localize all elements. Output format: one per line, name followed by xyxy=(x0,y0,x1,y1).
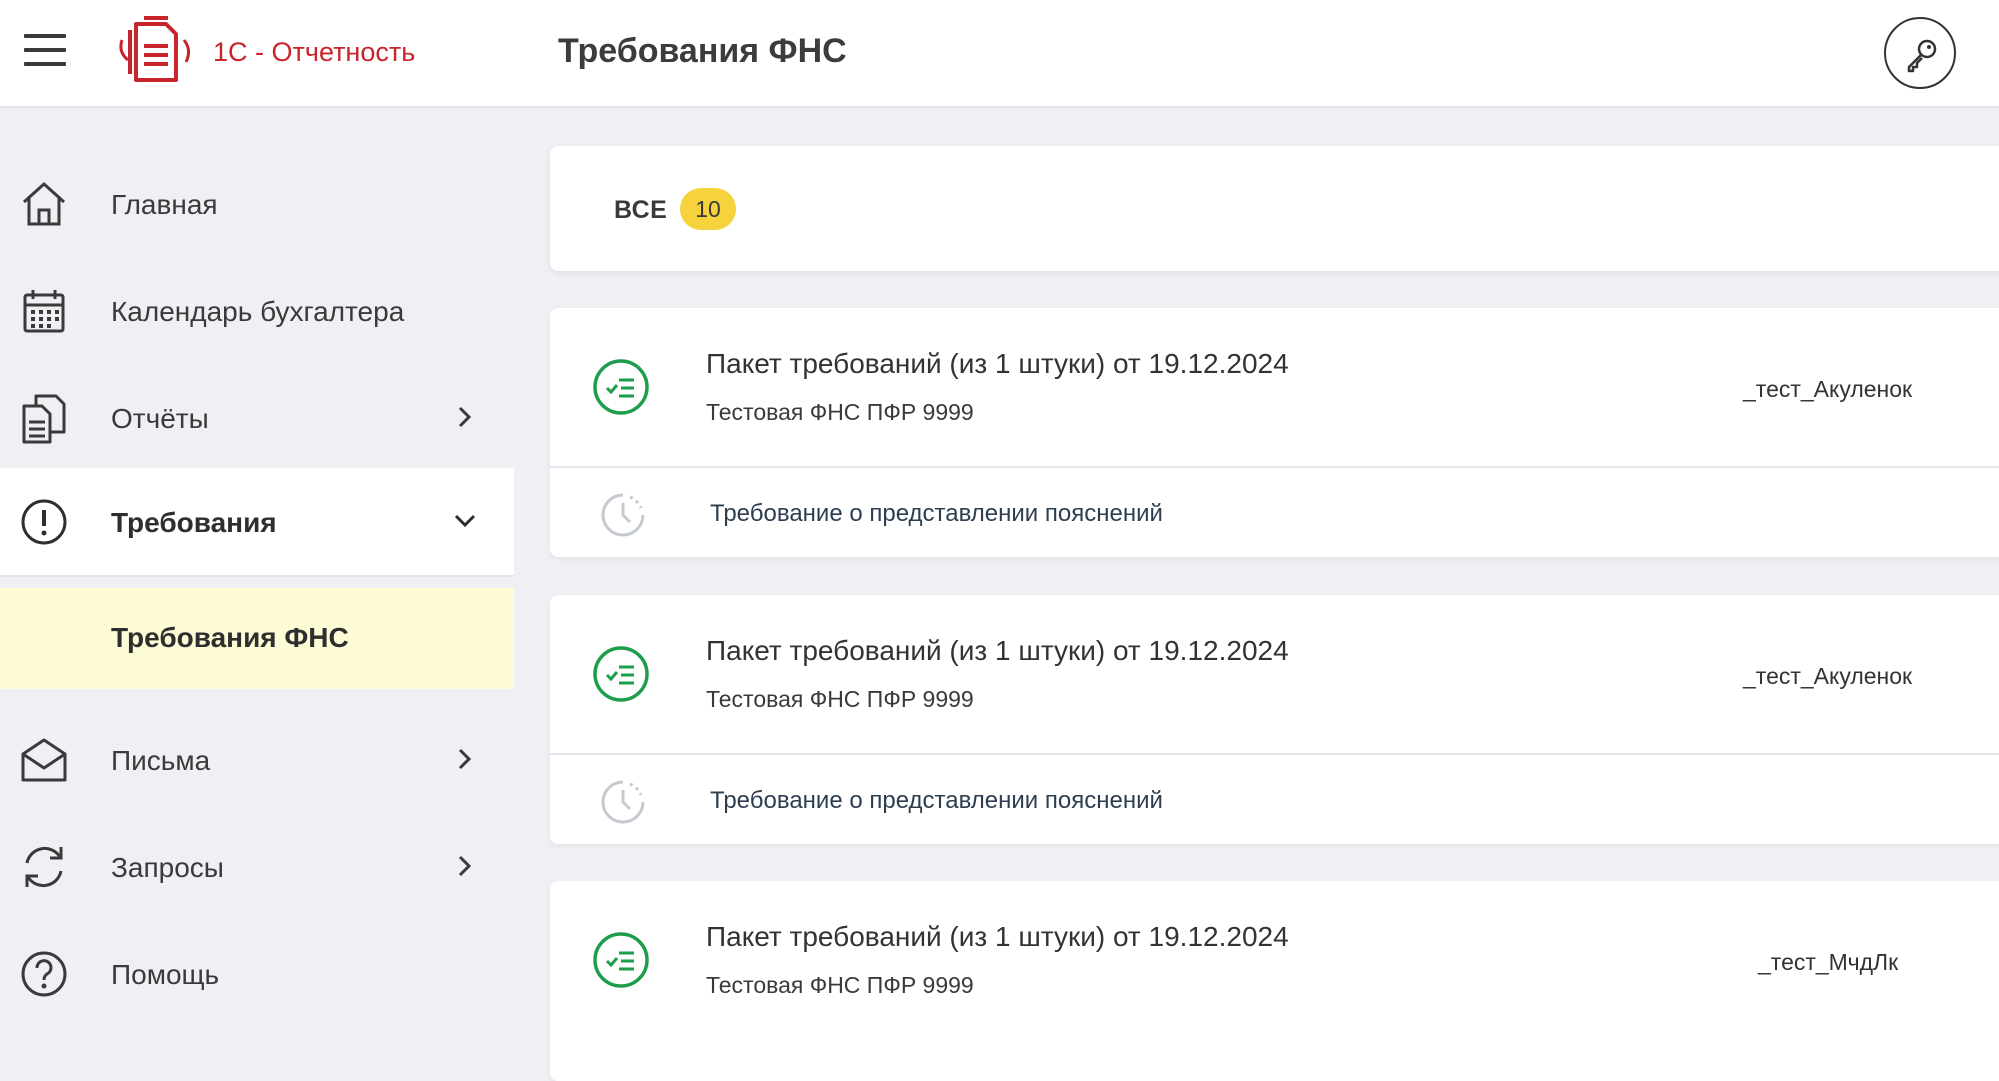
sidebar-item-label: Отчёты xyxy=(111,403,209,434)
chevron-down-icon xyxy=(454,514,476,528)
count-badge: 10 xyxy=(680,188,736,230)
requirement-item-row[interactable]: Требование о представлении пояснений xyxy=(550,755,1999,844)
sidebar-item-requests[interactable]: Запросы xyxy=(0,813,514,920)
sidebar: Главная Календарь бухгалтера Отчёты Треб… xyxy=(0,110,514,1034)
chevron-right-icon xyxy=(458,855,472,877)
requirement-authority: Тестовая ФНС ПФР 9999 xyxy=(706,686,974,712)
requirement-user: _тест_Акуленок xyxy=(1743,376,1913,402)
checklist-done-icon xyxy=(593,932,649,988)
sidebar-item-help[interactable]: Помощь xyxy=(0,920,514,1027)
refresh-icon xyxy=(25,847,63,887)
app-header: 1С - Отчетность Требования ФНС xyxy=(0,0,1999,108)
sidebar-item-label: Главная xyxy=(111,189,218,220)
sidebar-item-letters[interactable]: Письма xyxy=(0,706,514,813)
requirement-user: _тест_МчдЛк xyxy=(1758,949,1899,975)
calendar-icon xyxy=(23,290,65,333)
divider xyxy=(0,575,514,577)
tab-all-label: ВСЕ xyxy=(614,196,668,224)
requirement-package-row[interactable]: Пакет требований (из 1 штуки) от 19.12.2… xyxy=(550,308,1999,466)
envelope-icon xyxy=(21,738,67,782)
page-title: Требования ФНС xyxy=(558,32,847,70)
chevron-right-icon xyxy=(458,406,472,428)
sidebar-subitem-fns-requirements[interactable]: Требования ФНС xyxy=(0,588,514,689)
requirement-item-text: Требование о представлении пояснений xyxy=(710,500,1163,527)
filter-bar: ВСЕ xyxy=(550,146,1999,271)
sidebar-item-label: Запросы xyxy=(111,852,224,883)
sidebar-item-label: Письма xyxy=(111,745,211,776)
requirement-user: _тест_Акуленок xyxy=(1743,663,1913,689)
requirement-authority: Тестовая ФНС ПФР 9999 xyxy=(706,399,974,425)
sidebar-item-requirements[interactable]: Требования xyxy=(0,468,514,575)
clock-pending-icon xyxy=(601,780,645,824)
question-circle-icon xyxy=(21,951,67,997)
sidebar-item-label: Календарь бухгалтера xyxy=(111,296,405,327)
requirement-card: Пакет требований (из 1 штуки) от 19.12.2… xyxy=(550,881,1999,1081)
chevron-right-icon xyxy=(458,748,472,770)
requirement-card: Пакет требований (из 1 штуки) от 19.12.2… xyxy=(550,595,1999,844)
requirement-title: Пакет требований (из 1 штуки) от 19.12.2… xyxy=(706,921,1289,952)
app-name[interactable]: 1С - Отчетность xyxy=(213,37,415,68)
exclamation-circle-icon xyxy=(21,499,67,545)
key-icon xyxy=(1907,39,1937,73)
requirement-title: Пакет требований (из 1 штуки) от 19.12.2… xyxy=(706,635,1289,666)
requirement-card: Пакет требований (из 1 штуки) от 19.12.2… xyxy=(550,308,1999,557)
hamburger-menu-icon[interactable] xyxy=(24,34,66,68)
sidebar-subitem-label: Требования ФНС xyxy=(111,622,349,653)
requirement-package-row[interactable]: Пакет требований (из 1 штуки) от 19.12.2… xyxy=(550,881,1999,1039)
sidebar-item-label: Помощь xyxy=(111,959,220,990)
reports-icon xyxy=(22,394,66,444)
sidebar-item-reports[interactable]: Отчёты xyxy=(0,364,514,471)
clock-pending-icon xyxy=(601,493,645,537)
sidebar-item-label: Требования xyxy=(111,507,277,538)
checklist-done-icon xyxy=(593,646,649,702)
requirement-package-row[interactable]: Пакет требований (из 1 штуки) от 19.12.2… xyxy=(550,595,1999,753)
requirement-title: Пакет требований (из 1 штуки) от 19.12.2… xyxy=(706,348,1289,379)
sidebar-item-home[interactable]: Главная xyxy=(0,150,514,257)
sidebar-item-calendar[interactable]: Календарь бухгалтера xyxy=(0,257,514,364)
home-icon xyxy=(22,182,66,226)
requirement-item-row[interactable]: Требование о представлении пояснений xyxy=(550,468,1999,557)
reports-document-logo-icon xyxy=(119,16,191,82)
requirement-authority: Тестовая ФНС ПФР 9999 xyxy=(706,972,974,998)
checklist-done-icon xyxy=(593,359,649,415)
key-button[interactable] xyxy=(1884,17,1956,89)
requirement-item-text: Требование о представлении пояснений xyxy=(710,787,1163,814)
